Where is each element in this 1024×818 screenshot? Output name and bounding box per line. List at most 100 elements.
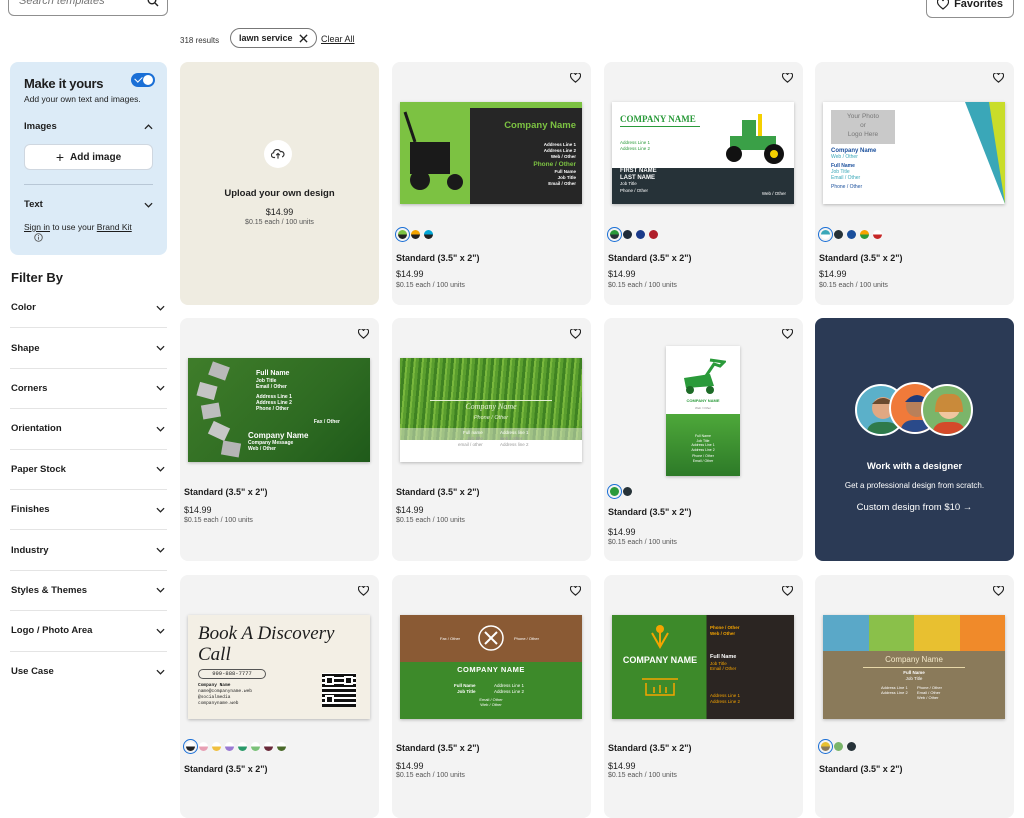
color-swatch[interactable]: [860, 230, 869, 239]
color-swatch[interactable]: [636, 230, 645, 239]
upload-title: Upload your own design: [224, 188, 335, 199]
product-price: $14.99: [608, 269, 636, 279]
card-line: Web / Other: [248, 446, 276, 452]
color-swatch[interactable]: [277, 742, 286, 751]
color-swatch[interactable]: [649, 230, 658, 239]
heart-icon[interactable]: [992, 70, 1005, 88]
heart-icon[interactable]: [781, 70, 794, 88]
template-preview: Company Name Address Line 1 Address Line…: [400, 102, 582, 204]
qr-code: [322, 673, 356, 707]
close-icon[interactable]: [298, 33, 308, 43]
color-swatch[interactable]: [873, 230, 882, 239]
favorites-button[interactable]: Favorites: [926, 0, 1014, 18]
product-title[interactable]: Standard (3.5" x 2"): [819, 253, 903, 263]
color-swatch[interactable]: [212, 742, 221, 751]
filter-industry[interactable]: Industry: [10, 530, 167, 571]
brand-kit-link[interactable]: Brand Kit: [97, 222, 132, 232]
make-it-yours-toggle[interactable]: [131, 73, 155, 87]
heart-icon[interactable]: [992, 583, 1005, 601]
filter-finishes[interactable]: Finishes: [10, 490, 167, 531]
heart-icon[interactable]: [569, 70, 582, 88]
color-swatch[interactable]: [183, 739, 198, 754]
chevron-up-icon: [144, 123, 153, 129]
product-title[interactable]: Standard (3.5" x 2"): [396, 253, 480, 263]
card-line: Email / Other: [831, 175, 861, 181]
color-swatch[interactable]: [225, 742, 234, 751]
color-swatch[interactable]: [818, 227, 833, 242]
custom-design-link[interactable]: Custom design from $10 →: [815, 502, 1014, 513]
color-swatch[interactable]: [607, 484, 622, 499]
color-swatch[interactable]: [395, 227, 410, 242]
template-card[interactable]: Company Name Phone / Other Full name Job…: [392, 318, 591, 561]
card-line: Phone / Other: [831, 184, 863, 190]
plus-icon: +: [55, 149, 65, 165]
template-card[interactable]: Full Name Job Title Email / Other Addres…: [180, 318, 379, 561]
shovel-rake-logo: [478, 625, 504, 651]
template-card[interactable]: Company Name Address Line 1 Address Line…: [392, 62, 591, 305]
filter-styles-themes[interactable]: Styles & Themes: [10, 571, 167, 612]
search-input[interactable]: [19, 0, 139, 7]
card-line: Email / Other: [548, 181, 576, 186]
filter-label: Paper Stock: [11, 463, 66, 475]
heart-icon[interactable]: [781, 583, 794, 601]
filter-logo-photo-area[interactable]: Logo / Photo Area: [10, 611, 167, 652]
color-swatch[interactable]: [623, 230, 632, 239]
color-swatch[interactable]: [424, 230, 433, 239]
template-card[interactable]: COMPANY NAME Address Line 1 Address Line…: [604, 62, 803, 305]
product-title[interactable]: Standard (3.5" x 2"): [184, 487, 268, 497]
heart-icon[interactable]: [781, 326, 794, 344]
color-swatch[interactable]: [238, 742, 247, 751]
card-line: Web / Other: [761, 191, 786, 196]
color-swatch[interactable]: [607, 227, 622, 242]
card-line: Email / Other: [692, 458, 714, 463]
favorites-label: Favorites: [954, 0, 1003, 10]
color-swatch[interactable]: [264, 742, 273, 751]
color-swatch[interactable]: [411, 230, 420, 239]
filter-use-case[interactable]: Use Case: [10, 652, 167, 692]
filter-chip[interactable]: lawn service: [230, 28, 317, 48]
color-swatch[interactable]: [818, 739, 833, 754]
info-icon[interactable]: [34, 233, 43, 242]
filter-shape[interactable]: Shape: [10, 328, 167, 369]
product-title[interactable]: Standard (3.5" x 2"): [396, 487, 480, 497]
product-title[interactable]: Standard (3.5" x 2"): [608, 507, 692, 517]
filter-corners[interactable]: Corners: [10, 369, 167, 410]
filter-label: Orientation: [11, 423, 62, 435]
product-title[interactable]: Standard (3.5" x 2"): [608, 253, 692, 263]
filter-orientation[interactable]: Orientation: [10, 409, 167, 450]
add-image-button[interactable]: + Add image: [24, 144, 153, 170]
heart-icon[interactable]: [357, 326, 370, 344]
color-swatch[interactable]: [847, 230, 856, 239]
text-section-header[interactable]: Text: [24, 199, 153, 210]
filter-color[interactable]: Color: [10, 288, 167, 329]
clear-all-link[interactable]: Clear All: [321, 34, 355, 44]
color-swatch[interactable]: [251, 742, 260, 751]
heart-icon[interactable]: [357, 583, 370, 601]
sign-in-link[interactable]: Sign in: [24, 222, 50, 232]
images-section-header[interactable]: Images: [24, 121, 153, 132]
color-swatch[interactable]: [834, 230, 843, 239]
color-swatch[interactable]: [847, 742, 856, 751]
card-line: or: [860, 122, 866, 129]
riding-mower-image: [726, 114, 784, 164]
color-swatch[interactable]: [199, 742, 208, 751]
color-swatch[interactable]: [623, 487, 632, 496]
card-company: Company Name: [248, 431, 309, 440]
heart-icon[interactable]: [569, 583, 582, 601]
template-card[interactable]: COMPANY NAME Web / Other Full Name Job T…: [604, 318, 803, 561]
product-title[interactable]: Standard (3.5" x 2"): [819, 764, 903, 774]
card-company: Company Name: [885, 655, 943, 664]
search-field[interactable]: [8, 0, 168, 16]
work-with-designer-card[interactable]: Work with a designer Get a professional …: [815, 318, 1014, 561]
product-title[interactable]: Standard (3.5" x 2"): [608, 743, 692, 753]
product-title[interactable]: Standard (3.5" x 2"): [184, 764, 268, 774]
product-title[interactable]: Standard (3.5" x 2"): [396, 743, 480, 753]
card-line: Fax / Other: [313, 419, 340, 425]
color-swatch[interactable]: [834, 742, 843, 751]
template-card[interactable]: Your Photo or Logo Here Company Name Web…: [815, 62, 1014, 305]
upload-design-card[interactable]: Upload your own design $14.99 $0.15 each…: [180, 62, 379, 305]
filter-paper-stock[interactable]: Paper Stock: [10, 450, 167, 490]
lawn-mower-image: [400, 102, 470, 204]
heart-icon[interactable]: [569, 326, 582, 344]
search-icon[interactable]: [147, 0, 159, 10]
